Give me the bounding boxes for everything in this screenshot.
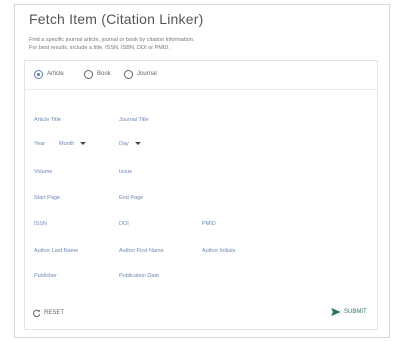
publisher-field[interactable]: Publisher [34,273,57,281]
dialog-title: Fetch Item (Citation Linker) [29,11,204,27]
radio-article-circle[interactable] [34,69,43,79]
volume-field[interactable]: Volume [34,169,52,177]
article-title-field[interactable]: Article Title [34,117,61,125]
submit-button[interactable]: SUBMIT [331,308,367,316]
journal-title-field[interactable]: Journal Title [119,117,149,125]
doi-field[interactable]: DOI [119,221,129,229]
dialog-description-line-2: For best results, include a title, ISSN,… [29,45,170,51]
send-icon [331,308,341,316]
dialog-description-line-1: Find a specific journal article, journal… [29,37,195,43]
radio-book[interactable]: Book [84,68,111,80]
author-first-name-field[interactable]: Author First Name [119,248,164,256]
radio-book-circle[interactable] [84,69,93,79]
radio-journal-label: Journal [137,71,157,77]
year-field[interactable]: Year [34,141,45,149]
refresh-icon [33,309,41,317]
issn-field[interactable]: ISSN [34,221,47,229]
day-select[interactable]: Day [119,141,141,149]
author-initials-field[interactable]: Author Initials [202,248,235,256]
end-page-field[interactable]: End Page [119,195,143,203]
chevron-down-icon [80,142,87,146]
month-select[interactable]: Month [59,141,87,149]
radio-article-label: Article [47,71,64,77]
day-select-label: Day [119,141,129,147]
radio-book-label: Book [97,71,111,77]
submit-button-label: SUBMIT [344,309,367,315]
radio-journal-circle[interactable] [124,69,133,79]
reset-button-label: RESET [44,310,65,316]
start-page-field[interactable]: Start Page [34,195,60,203]
author-last-name-field[interactable]: Author Last Name [34,248,78,256]
citation-form: Article Book Journal Article Title Journ… [24,60,378,330]
item-type-selector: Article Book Journal [25,61,377,90]
chevron-down-icon [134,142,141,146]
month-select-label: Month [59,141,75,147]
reset-button[interactable]: RESET [33,309,64,317]
issue-field[interactable]: Issue [119,169,132,177]
radio-journal[interactable]: Journal [124,68,157,80]
radio-article[interactable]: Article [34,68,64,80]
pmid-field[interactable]: PMID [202,221,216,229]
publication-date-field[interactable]: Publication Date [119,273,159,281]
